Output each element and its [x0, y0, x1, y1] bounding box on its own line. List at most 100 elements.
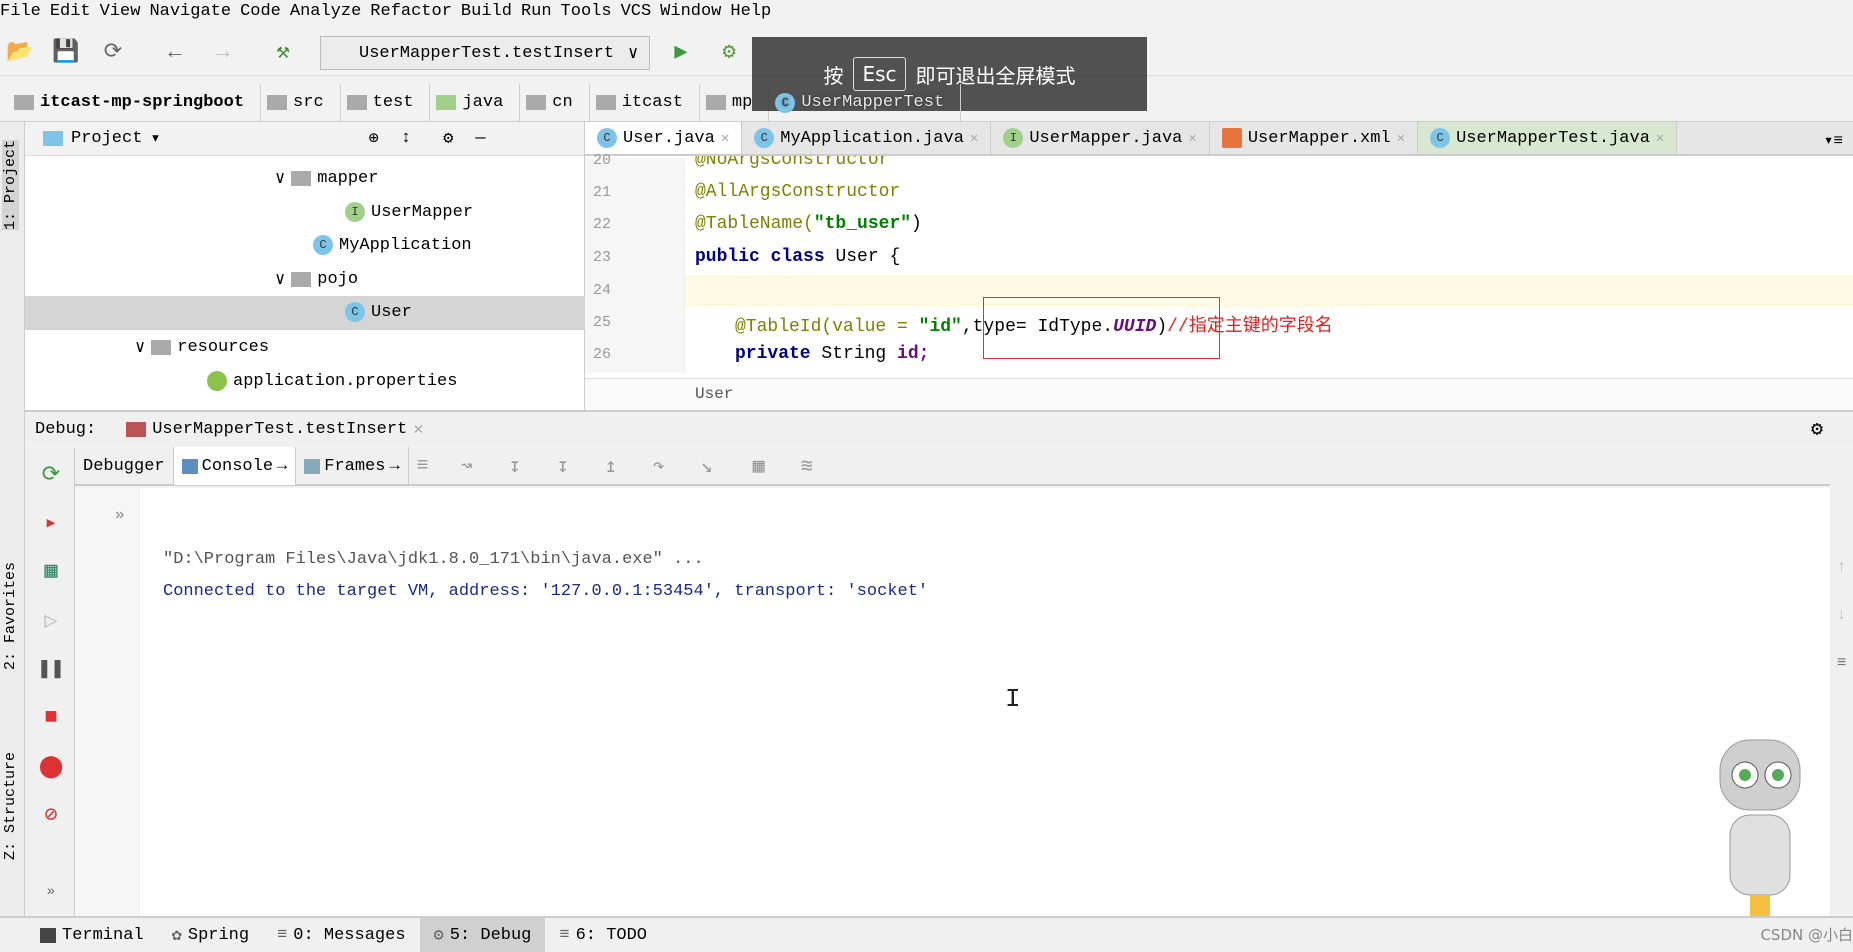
gear-icon[interactable]: ⚙	[443, 128, 453, 149]
close-icon[interactable]: ✕	[970, 130, 978, 147]
view-breakpoints-icon[interactable]: ⬤	[37, 754, 65, 782]
crumb-project[interactable]: itcast-mp-springboot	[8, 83, 262, 122]
forward-icon[interactable]: →	[210, 40, 236, 66]
tab-usermapper-java[interactable]: I UserMapper.java ✕	[991, 122, 1210, 154]
tool-window-terminal[interactable]: Terminal	[26, 918, 158, 952]
evaluate-icon[interactable]: ▦	[745, 453, 773, 479]
tabs-menu-icon[interactable]: ▾≡	[1814, 122, 1853, 154]
down-icon[interactable]: ↓	[1830, 606, 1853, 624]
locate-icon[interactable]: ⊕	[369, 128, 379, 149]
debug-session-tab[interactable]: UserMapperTest.testInsert ✕	[126, 419, 424, 440]
code-line-26[interactable]: private String id;	[735, 344, 929, 364]
tree-item-application-properties[interactable]: application.properties	[207, 371, 457, 391]
rerun-failed-icon[interactable]: ▸	[37, 510, 65, 538]
menu-analyze[interactable]: Analyze	[290, 0, 370, 26]
close-icon[interactable]: ✕	[413, 419, 423, 440]
pin-icon[interactable]: →	[277, 457, 287, 476]
mute-breakpoints-icon[interactable]: ⊘	[37, 802, 65, 830]
run-to-cursor-icon[interactable]: ↘	[693, 453, 721, 479]
tab-debugger[interactable]: Debugger	[75, 447, 174, 485]
interface-icon: I	[1003, 128, 1024, 148]
menu-window[interactable]: Window	[660, 0, 730, 26]
crumb-java[interactable]: java	[430, 83, 521, 122]
menu-vcs[interactable]: VCS	[621, 0, 661, 26]
tool-window-project[interactable]: 1: Project	[2, 140, 19, 231]
tree-item-resources[interactable]: ∨ resources	[135, 337, 269, 358]
menu-file[interactable]: File	[0, 0, 50, 26]
close-icon[interactable]: ✕	[1397, 130, 1405, 147]
menu-build[interactable]: Build	[461, 0, 521, 26]
editor-breadcrumb[interactable]: User	[585, 378, 1853, 410]
crumb-cn[interactable]: cn	[520, 83, 590, 122]
menu-view[interactable]: View	[100, 0, 150, 26]
gear-icon[interactable]: ⚙	[1811, 416, 1823, 442]
restore-layout-icon[interactable]: ▦	[37, 558, 65, 586]
tab-user-java[interactable]: C User.java ✕	[585, 122, 743, 154]
stop-icon[interactable]: ■	[37, 704, 65, 732]
tool-window-messages[interactable]: ≡ 0: Messages	[263, 918, 419, 952]
save-icon[interactable]: 💾	[52, 40, 79, 66]
menu-icon[interactable]: ≡	[409, 455, 437, 478]
sync-icon[interactable]: ⟳	[100, 40, 126, 66]
tab-usermappertest-java[interactable]: C UserMapperTest.java ✕	[1418, 122, 1678, 154]
more-icon[interactable]: »	[37, 878, 65, 906]
menu-tools[interactable]: Tools	[561, 0, 621, 26]
close-icon[interactable]: ✕	[721, 130, 729, 147]
tree-item-pojo[interactable]: ∨ pojo	[275, 269, 358, 290]
module-icon	[14, 95, 34, 110]
test-run-icon	[126, 421, 147, 437]
crumb-src[interactable]: src	[261, 83, 341, 122]
code-line-21[interactable]: @AllArgsConstructor	[695, 182, 900, 202]
tab-myapplication-java[interactable]: C MyApplication.java ✕	[742, 122, 992, 154]
tool-window-spring[interactable]: ✿ Spring	[158, 918, 263, 952]
tab-console[interactable]: Console →	[173, 447, 297, 485]
tree-item-myapplication[interactable]: C MyApplication	[313, 235, 472, 255]
project-view-select[interactable]: Project	[71, 129, 142, 148]
build-icon[interactable]: ⚒	[270, 40, 296, 66]
caret-down-icon[interactable]: ▾	[150, 128, 160, 149]
hide-icon[interactable]: —	[475, 129, 485, 148]
menu-run[interactable]: Run	[521, 0, 561, 26]
open-icon[interactable]: 📂	[6, 40, 33, 66]
crumb-itcast[interactable]: itcast	[590, 83, 700, 122]
tree-item-user[interactable]: C User	[345, 302, 412, 322]
menu-navigate[interactable]: Navigate	[149, 0, 240, 26]
trace-icon[interactable]: ≋	[793, 453, 821, 479]
collapse-icon[interactable]: ↕	[401, 129, 411, 148]
back-icon[interactable]: ←	[162, 40, 188, 66]
tree-item-mapper[interactable]: ∨ mapper	[275, 168, 378, 189]
menu-code[interactable]: Code	[240, 0, 290, 26]
step-into-icon[interactable]: ↧	[549, 453, 577, 479]
close-icon[interactable]: ✕	[1656, 130, 1664, 147]
crumb-usermappertest[interactable]: C UserMapperTest	[769, 83, 962, 122]
pause-icon[interactable]: ❚❚	[37, 656, 65, 684]
more-icon[interactable]: »	[115, 506, 125, 524]
tool-window-structure[interactable]: Z: Structure	[2, 752, 19, 860]
run-config-select[interactable]: UserMapperTest.testInsert ∨	[320, 36, 650, 70]
code-line-22[interactable]: @TableName("tb_user")	[695, 214, 922, 234]
show-execution-point-icon[interactable]: ↝	[453, 453, 481, 479]
resume-icon[interactable]: ▷	[37, 608, 65, 636]
menu-help[interactable]: Help	[730, 0, 780, 26]
code-line-23[interactable]: public class User {	[695, 247, 900, 267]
pin-icon[interactable]: →	[389, 457, 399, 476]
tab-usermapper-xml[interactable]: UserMapper.xml ✕	[1210, 122, 1419, 154]
rerun-icon[interactable]: ⟳	[37, 462, 65, 490]
step-out-icon[interactable]: ↥	[597, 453, 625, 479]
tool-window-favorites[interactable]: 2: Favorites	[2, 562, 19, 670]
tool-window-todo[interactable]: ≡ 6: TODO	[545, 918, 661, 952]
crumb-test[interactable]: test	[341, 83, 431, 122]
menu-edit[interactable]: Edit	[50, 0, 100, 26]
close-icon[interactable]: ✕	[1188, 130, 1196, 147]
up-icon[interactable]: ↑	[1830, 558, 1853, 576]
tool-window-debug[interactable]: ⚙ 5: Debug	[419, 918, 546, 952]
tree-item-usermapper[interactable]: I UserMapper	[345, 202, 473, 222]
drop-frame-icon[interactable]: ↷	[645, 453, 673, 479]
debug-icon[interactable]: ⚙	[716, 40, 742, 66]
console-output[interactable]: » "D:\Program Files\Java\jdk1.8.0_171\bi…	[75, 488, 1830, 916]
soft-wrap-icon[interactable]: ≡	[1830, 654, 1853, 672]
run-icon[interactable]: ▶	[668, 40, 694, 66]
tab-frames[interactable]: Frames →	[296, 447, 409, 485]
step-over-icon[interactable]: ↧	[501, 453, 529, 479]
menu-refactor[interactable]: Refactor	[370, 0, 461, 26]
